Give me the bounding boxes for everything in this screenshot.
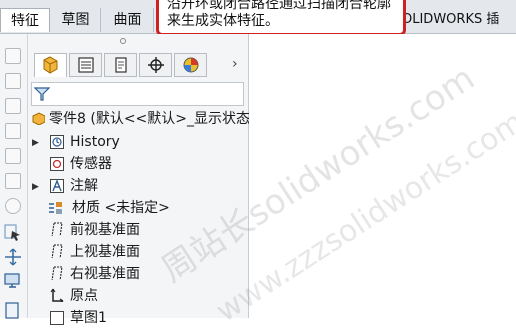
crosshair-icon (148, 57, 164, 73)
tab-display-manager[interactable] (174, 53, 207, 77)
tree-item-sketch1[interactable]: 草图1 (32, 307, 247, 329)
tree-item-label: 草图1 (70, 310, 107, 326)
tree-item-label: 原点 (70, 288, 98, 304)
origin-icon (50, 288, 64, 302)
box-icon[interactable] (5, 148, 21, 164)
tree-filter-bar[interactable] (31, 82, 244, 106)
box-icon[interactable] (5, 123, 21, 139)
tab-sketch[interactable]: 草图 (51, 8, 101, 32)
tab-feature-manager[interactable] (34, 53, 67, 77)
box-icon[interactable] (5, 173, 21, 189)
panel-tabs (34, 53, 244, 79)
history-icon (50, 135, 64, 149)
select-cursor-icon[interactable] (4, 224, 22, 242)
panel-grip-handle[interactable] (120, 38, 126, 44)
display-icon[interactable] (4, 272, 22, 290)
part-root-label: 零件8 (默认<<默认>_显示状态 (49, 111, 251, 127)
move-icon[interactable] (4, 248, 22, 266)
expand-arrow-icon[interactable]: ▶ (32, 132, 39, 154)
configuration-icon (115, 57, 127, 73)
property-list-icon (78, 57, 94, 73)
left-toolbar (0, 34, 28, 320)
material-icon (49, 202, 62, 214)
filter-icon[interactable] (34, 86, 50, 102)
tab-features[interactable]: 特征 (0, 8, 50, 32)
tree-item-label: 传感器 (70, 156, 112, 172)
tree-item-label: 前视基准面 (70, 222, 140, 238)
plane-icon (51, 222, 63, 236)
tree-item-label: 右视基准面 (70, 266, 140, 282)
tab-configuration-manager[interactable] (104, 53, 137, 77)
appearance-icon (183, 57, 199, 73)
box-icon[interactable] (5, 48, 21, 64)
tree-item-label: History (70, 134, 120, 150)
part-icon (32, 112, 45, 125)
tab-property-manager[interactable] (69, 53, 102, 77)
sensor-icon (50, 157, 64, 171)
sphere-icon[interactable] (5, 198, 21, 214)
tooltip-line-2: 来生成实体特征。 (167, 13, 279, 29)
plane-icon (51, 266, 63, 280)
tree-item-sensors[interactable]: 传感器 (32, 153, 247, 175)
tree-item-label: 注解 (70, 178, 98, 194)
expand-arrow-icon[interactable]: ▶ (32, 176, 39, 198)
tree-item-label: 上视基准面 (70, 244, 140, 260)
feature-tree-icon (43, 56, 58, 74)
tab-surface[interactable]: 曲面 (102, 8, 154, 32)
box-icon[interactable] (5, 73, 21, 89)
sweep-tooltip: 沿开环或闭合路径通过扫描闭合轮廓 来生成实体特征。 (156, 0, 406, 36)
tree-item-history[interactable]: ▶ History (32, 131, 247, 153)
annotation-icon (50, 179, 64, 193)
box-icon[interactable] (5, 98, 21, 114)
chevron-right-icon[interactable]: › (232, 56, 238, 72)
plane-icon (51, 244, 63, 258)
tree-item-label: 材质 <未指定> (72, 200, 170, 216)
tree-item-annotations[interactable]: ▶ 注解 (32, 175, 247, 197)
tab-dimxpert-manager[interactable] (139, 53, 172, 77)
sketch-icon (50, 311, 64, 325)
document-icon[interactable] (4, 302, 22, 320)
tab-solidworks-addins[interactable]: OLIDWORKS 插件 (398, 8, 516, 51)
